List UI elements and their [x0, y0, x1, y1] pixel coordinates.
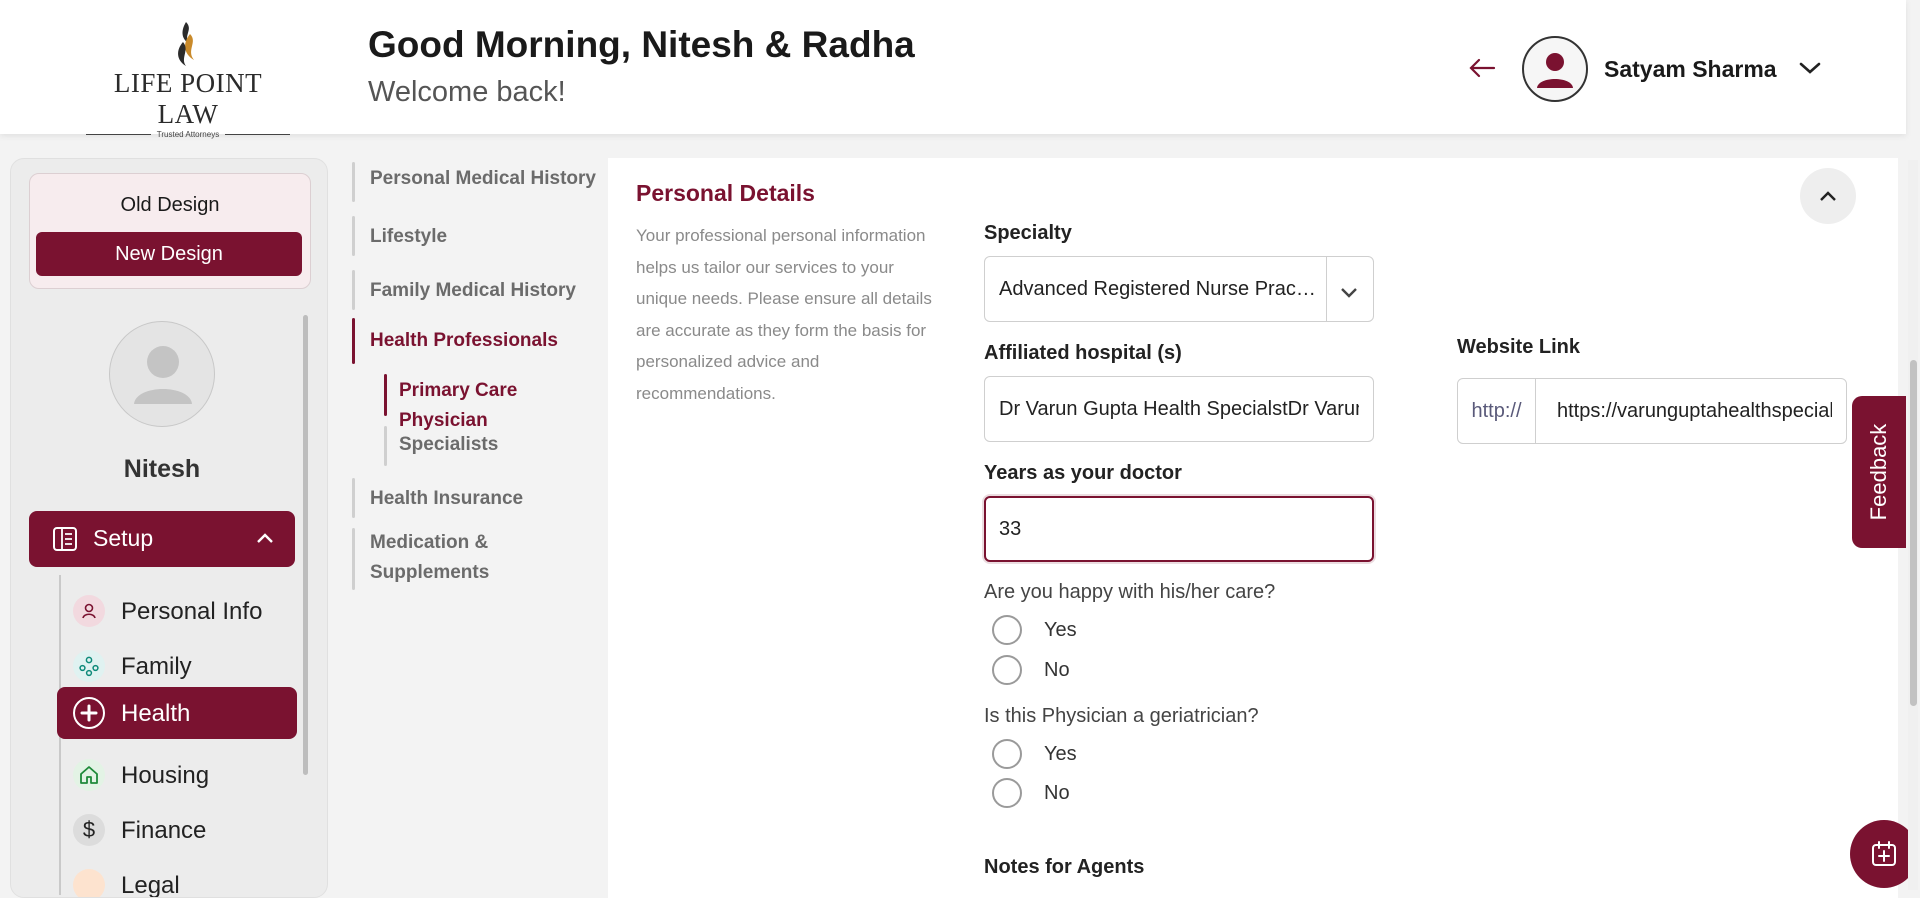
- radio-label: Yes: [1044, 742, 1077, 765]
- happy-yes-radio[interactable]: Yes: [992, 615, 1077, 645]
- years-label: Years as your doctor: [984, 462, 1182, 484]
- feedback-tab[interactable]: Feedback: [1852, 396, 1906, 548]
- profile-avatar[interactable]: [109, 321, 215, 427]
- sidebar-item-label: Finance: [121, 817, 207, 844]
- select-divider: [1326, 257, 1327, 321]
- years-input[interactable]: 33: [984, 496, 1374, 562]
- sidebar-item-family[interactable]: Family: [57, 640, 297, 692]
- subnav-personal-medical-history[interactable]: Personal Medical History: [370, 164, 596, 194]
- feedback-label: Feedback: [1866, 423, 1891, 521]
- sidebar-scrollbar[interactable]: [303, 315, 308, 775]
- subnav-lifestyle[interactable]: Lifestyle: [370, 222, 447, 252]
- sidebar-item-personal-info[interactable]: Personal Info: [57, 585, 297, 637]
- sidebar: Old Design New Design Nitesh Setup Perso…: [10, 158, 328, 898]
- subnav-health-professionals[interactable]: Health Professionals: [370, 326, 558, 356]
- calendar-plus-icon: [1872, 841, 1896, 866]
- health-subnav: Personal Medical History Lifestyle Famil…: [350, 158, 608, 890]
- specialty-label: Specialty: [984, 222, 1072, 244]
- radio-label: Yes: [1044, 618, 1077, 641]
- chevron-down-icon[interactable]: [1798, 60, 1822, 76]
- user-name[interactable]: Satyam Sharma: [1604, 56, 1777, 83]
- geriatrician-no-radio[interactable]: No: [992, 778, 1070, 808]
- radio-circle[interactable]: [992, 739, 1022, 769]
- radio-label: No: [1044, 781, 1070, 804]
- notes-label: Notes for Agents: [984, 856, 1145, 878]
- subnav-active-indicator: [352, 318, 355, 364]
- sidebar-item-label: Health: [121, 700, 191, 727]
- radio-circle[interactable]: [992, 615, 1022, 645]
- geriatrician-question: Is this Physician a geriatrician?: [984, 705, 1259, 727]
- radio-circle[interactable]: [992, 655, 1022, 685]
- subnav-specialists[interactable]: Specialists: [399, 430, 498, 460]
- house-icon: [73, 759, 105, 791]
- book-icon: [51, 525, 79, 558]
- website-value: https://varunguptahealthspecialist.com: [1557, 400, 1832, 422]
- website-label: Website Link: [1457, 336, 1580, 358]
- radio-circle[interactable]: [992, 778, 1022, 808]
- user-avatar[interactable]: [1522, 36, 1588, 102]
- subnav-guide: [352, 478, 355, 518]
- subnav-medication-supplements[interactable]: Medication & Supplements: [370, 528, 489, 588]
- subnav-family-medical-history[interactable]: Family Medical History: [370, 276, 576, 306]
- subnav-active-indicator: [384, 374, 387, 416]
- geriatrician-yes-radio[interactable]: Yes: [992, 739, 1077, 769]
- subnav-guide: [352, 270, 355, 310]
- profile-name: Nitesh: [123, 455, 201, 483]
- sidebar-item-housing[interactable]: Housing: [57, 749, 297, 801]
- back-arrow-icon[interactable]: [1468, 56, 1496, 80]
- setup-label: Setup: [93, 525, 154, 551]
- sidebar-item-label: Family: [121, 653, 192, 680]
- website-input[interactable]: http:// https://varunguptahealthspeciali…: [1457, 378, 1847, 444]
- sidebar-item-label: Personal Info: [121, 598, 263, 625]
- old-design-button[interactable]: Old Design: [30, 194, 310, 217]
- hospital-value: Dr Varun Gupta Health SpecialstDr Varun …: [999, 398, 1359, 420]
- setup-menu-button[interactable]: Setup: [29, 511, 295, 567]
- subnav-guide: [352, 216, 355, 256]
- logo-flame-icon: [86, 20, 290, 66]
- logo-text: LIFE POINT LAW: [113, 68, 263, 129]
- sidebar-item-finance[interactable]: $ Finance: [57, 804, 297, 856]
- sidebar-item-label: Legal: [121, 872, 180, 898]
- top-header: LIFE POINT LAW Trusted Attorneys Good Mo…: [0, 0, 1906, 139]
- hospital-input[interactable]: Dr Varun Gupta Health SpecialstDr Varun …: [984, 376, 1374, 442]
- radio-label: No: [1044, 658, 1070, 681]
- dollar-icon: $: [73, 814, 105, 846]
- person-icon: [73, 595, 105, 627]
- design-toggle: Old Design New Design: [29, 173, 311, 289]
- welcome-subtitle: Welcome back!: [368, 76, 566, 108]
- chevron-up-icon: [1820, 191, 1836, 201]
- health-cross-icon: [73, 697, 105, 729]
- subnav-guide: [352, 162, 355, 202]
- sidebar-item-label: Housing: [121, 762, 210, 789]
- collapse-section-button[interactable]: [1800, 168, 1856, 224]
- legal-icon: [73, 869, 105, 897]
- specialty-select[interactable]: Advanced Registered Nurse Practitioner: [984, 256, 1374, 322]
- chevron-down-icon[interactable]: [1339, 282, 1359, 305]
- happy-question: Are you happy with his/her care?: [984, 581, 1276, 603]
- personal-details-panel: Personal Details Your professional perso…: [608, 158, 1898, 898]
- happy-no-radio[interactable]: No: [992, 655, 1070, 685]
- page-scrollbar-thumb[interactable]: [1910, 360, 1917, 706]
- subnav-guide: [384, 426, 387, 466]
- subnav-guide: [352, 528, 355, 590]
- chevron-up-icon: [255, 531, 275, 550]
- specialty-value: Advanced Registered Nurse Practitioner: [999, 278, 1317, 300]
- page-scrollbar[interactable]: [1908, 160, 1918, 890]
- section-title: Personal Details: [636, 180, 815, 206]
- new-design-button[interactable]: New Design: [36, 232, 302, 276]
- greeting-title: Good Morning, Nitesh & Radha: [368, 24, 915, 65]
- website-prefix: http://: [1458, 379, 1536, 443]
- logo[interactable]: LIFE POINT LAW Trusted Attorneys: [86, 20, 290, 139]
- hospital-label: Affiliated hospital (s): [984, 342, 1182, 364]
- subnav-primary-care-physician[interactable]: Primary Care Physician: [399, 376, 608, 436]
- family-icon: [73, 650, 105, 682]
- sidebar-item-legal[interactable]: Legal: [57, 859, 297, 898]
- section-description: Your professional personal information h…: [636, 226, 932, 403]
- years-value: 33: [999, 518, 1022, 540]
- sidebar-item-health[interactable]: Health: [57, 687, 297, 739]
- logo-tagline: Trusted Attorneys: [86, 130, 290, 139]
- subnav-health-insurance[interactable]: Health Insurance: [370, 484, 523, 514]
